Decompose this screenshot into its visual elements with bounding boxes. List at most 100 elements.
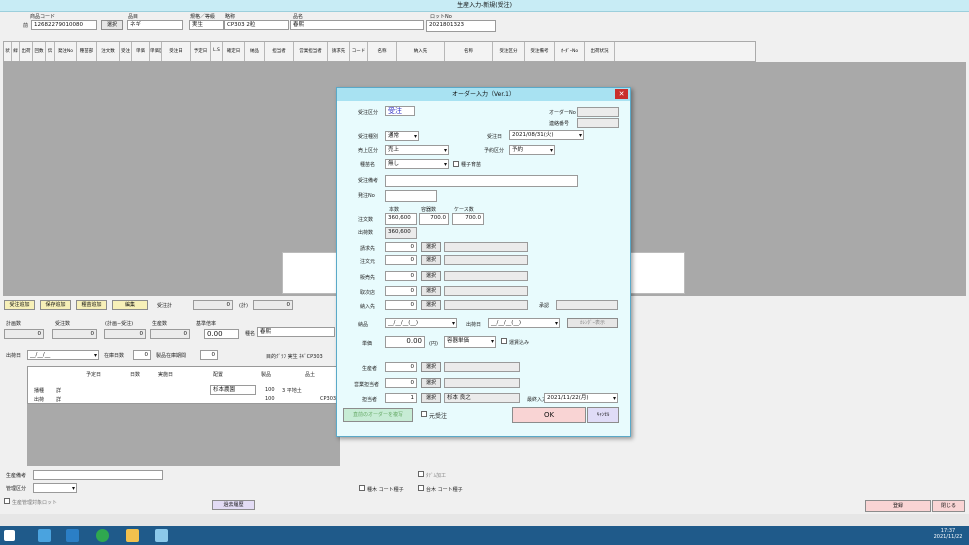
grid-col-header[interactable]: 担当者 — [265, 42, 294, 61]
schedule-row1-place[interactable]: 杉本農園 — [210, 385, 256, 395]
dlg-deliver-date-picker[interactable]: __/__/__(__) — [385, 318, 457, 328]
dlg-seedling-checkbox[interactable] — [453, 161, 459, 167]
ship-date-field[interactable]: __/__/__ — [27, 350, 99, 360]
add-sample-button[interactable]: 種苗追加 — [76, 300, 107, 310]
grade-field[interactable]: 実生 — [189, 20, 224, 30]
dlg-sales-select[interactable]: 売上 — [385, 145, 449, 155]
lot-field[interactable]: 2021801323 — [426, 20, 496, 32]
dlg-bill-select-button[interactable]: 選択 — [421, 242, 441, 252]
grid-col-header[interactable]: 納品 — [245, 42, 265, 61]
dlg-handler-select-button[interactable]: 選択 — [421, 286, 441, 296]
dlg-producer-select-button[interactable]: 選択 — [421, 362, 441, 372]
dlg-last-input-field[interactable]: 2021/11/22(月) — [544, 393, 618, 403]
dlg-price-kind-select[interactable]: 容器単価 — [444, 336, 496, 348]
grid-col-header[interactable]: 回数 — [33, 42, 46, 61]
grid-col-header[interactable]: 出荷 — [20, 42, 33, 61]
dlg-shipping-checkbox[interactable] — [501, 338, 507, 344]
grid-col-header[interactable]: 伝 — [46, 42, 55, 61]
dlg-person-select-button[interactable]: 選択 — [421, 393, 441, 403]
coated-seed-checkbox-1[interactable] — [359, 485, 365, 491]
folder-icon[interactable] — [126, 529, 139, 542]
dlg-handler-code[interactable]: 0 — [385, 286, 417, 296]
dlg-producer-code[interactable]: 0 — [385, 362, 417, 372]
dlg-po-field[interactable] — [385, 190, 437, 202]
dlg-type-field[interactable]: 受注 — [385, 106, 415, 116]
name-field[interactable]: 春煕 — [290, 20, 424, 30]
grid-col-header[interactable]: L.S — [211, 42, 223, 61]
grid-col-header[interactable]: 名称 — [445, 42, 493, 61]
edit-button[interactable]: 編集 — [112, 300, 148, 310]
grid-col-header[interactable]: 緑 — [12, 42, 20, 61]
dlg-order-note-field[interactable] — [385, 175, 578, 187]
dlg-order-cont-field[interactable]: 700.0 — [419, 213, 449, 225]
dlg-calendar-button[interactable]: ｶﾚﾝﾀﾞｰ表示 — [567, 318, 618, 328]
prod-stock-field[interactable]: 0 — [200, 350, 218, 360]
dlg-bill-code[interactable]: 0 — [385, 242, 417, 252]
dlg-sales-to-code[interactable]: 0 — [385, 271, 417, 281]
dlg-original-checkbox[interactable] — [421, 411, 427, 417]
dlg-reserve-select[interactable]: 予約 — [509, 145, 555, 155]
grid-col-header[interactable]: 受注日 — [162, 42, 191, 61]
lot-manage-checkbox[interactable] — [4, 498, 10, 504]
variety2-field[interactable]: 春煕 — [257, 327, 335, 337]
dlg-seedling-select[interactable]: 無し — [385, 159, 449, 169]
dlg-sales-to-select-button[interactable]: 選択 — [421, 271, 441, 281]
grid-col-header[interactable]: コード — [350, 42, 368, 61]
spec-field[interactable]: CP303 2粒 — [224, 20, 289, 30]
producer-note-field[interactable] — [33, 470, 163, 480]
dlg-date-picker[interactable]: 2021/08/31(火) — [509, 130, 584, 140]
dlg-person-code[interactable]: 1 — [385, 393, 417, 403]
grid-col-header[interactable]: ｵｰﾀﾞｰNo — [555, 42, 585, 61]
grid-col-header[interactable]: 受注区分 — [493, 42, 525, 61]
dialog-close-icon[interactable]: ✕ — [615, 89, 628, 99]
dlg-orderer-select-button[interactable]: 選択 — [421, 255, 441, 265]
grid-col-header[interactable]: 営業担当者 — [294, 42, 328, 61]
dlg-order-qty-field[interactable]: 360,600 — [385, 213, 417, 225]
chrome-icon[interactable] — [96, 529, 109, 542]
grid-col-header[interactable]: 注文数 — [97, 42, 120, 61]
schedule-grid-body[interactable] — [27, 404, 340, 466]
product-code-input[interactable]: 12682279010080 — [31, 20, 97, 30]
dlg-sales-rep-code[interactable]: 0 — [385, 378, 417, 388]
grid-col-header[interactable]: 確定日 — [223, 42, 245, 61]
division-select[interactable] — [33, 483, 77, 493]
grid-col-header[interactable]: 単価 — [132, 42, 150, 61]
clock[interactable]: 17:37 2021/11/22 — [930, 528, 966, 540]
add-stock-button[interactable]: 保存追加 — [40, 300, 71, 310]
stock-days-field[interactable]: 0 — [133, 350, 151, 360]
history-button[interactable]: 過去履歴 — [212, 500, 255, 510]
base-rate-field[interactable]: 0.00 — [204, 329, 239, 339]
grid-col-header[interactable]: 種苗部 — [77, 42, 97, 61]
grid-col-header[interactable]: 発注No — [55, 42, 77, 61]
dlg-deliver-code[interactable]: 0 — [385, 300, 417, 310]
mail-icon[interactable] — [66, 529, 79, 542]
grid-col-header[interactable]: 請求先 — [328, 42, 350, 61]
grid-col-header[interactable]: 出荷状況 — [585, 42, 615, 61]
dlg-copy-previous-button[interactable]: 直前のオーダーを複写 — [343, 408, 413, 422]
grid-col-header[interactable]: 納入先 — [397, 42, 445, 61]
grid-col-header[interactable]: 受注備考 — [525, 42, 555, 61]
grid-col-header[interactable]: 名称 — [368, 42, 397, 61]
dlg-order-type-select[interactable]: 通常 — [385, 131, 419, 141]
start-icon[interactable] — [4, 530, 15, 541]
grid-col-header[interactable]: 状 — [4, 42, 12, 61]
processing-checkbox[interactable] — [418, 471, 424, 477]
app-window-icon[interactable] — [155, 529, 168, 542]
close-button[interactable]: 閉じる — [932, 500, 965, 512]
dlg-deliver-select-button[interactable]: 選択 — [421, 300, 441, 310]
grid-col-header[interactable]: 受注 — [120, 42, 132, 61]
product-select-button[interactable]: 選択 — [101, 20, 123, 30]
dlg-sales-rep-select-button[interactable]: 選択 — [421, 378, 441, 388]
dlg-price-field[interactable]: 0.00 — [385, 336, 425, 348]
ie-icon[interactable] — [38, 529, 51, 542]
dlg-ok-button[interactable]: OK — [512, 407, 586, 423]
add-order-button[interactable]: 受注追加 — [4, 300, 35, 310]
save-button[interactable]: 登録 — [865, 500, 931, 512]
grid-col-header[interactable]: 単価区分 — [150, 42, 162, 61]
variety-field[interactable]: ネギ — [127, 20, 183, 30]
coated-seed-checkbox-2[interactable] — [418, 485, 424, 491]
dlg-order-case-field[interactable]: 700.0 — [452, 213, 484, 225]
dlg-orderer-code[interactable]: 0 — [385, 255, 417, 265]
dlg-cancel-button[interactable]: ｷｬﾝｾﾙ — [587, 407, 619, 423]
grid-col-header[interactable]: 予定日 — [191, 42, 211, 61]
